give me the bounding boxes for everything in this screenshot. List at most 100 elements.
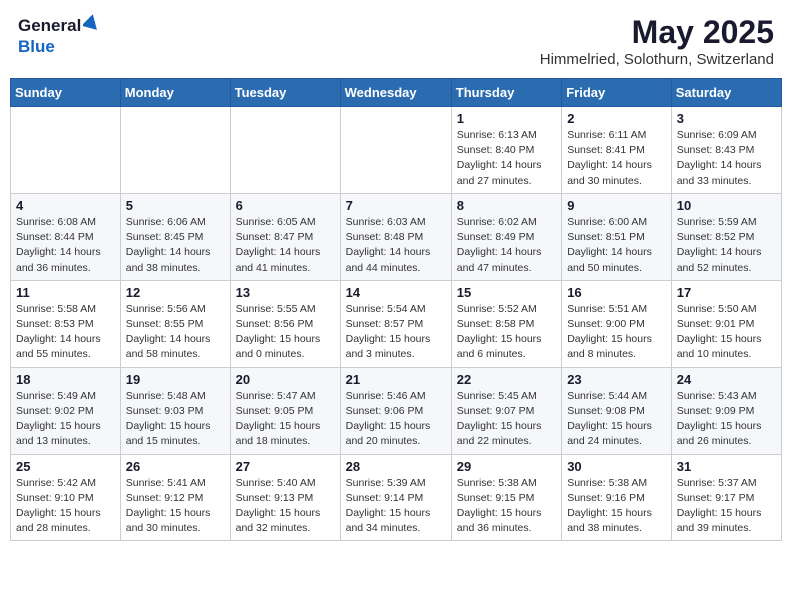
table-row: 18 Sunrise: 5:49 AM Sunset: 9:02 PM Dayli… — [11, 367, 121, 454]
table-row: 16Sunrise: 5:51 AM Sunset: 9:00 PM Dayli… — [562, 280, 672, 367]
table-row: 1 Sunrise: 6:13 AM Sunset: 8:40 PM Daylig… — [451, 107, 561, 194]
day-info: Sunrise: 5:47 AM Sunset: 9:05 PM Dayligh… — [236, 389, 335, 450]
day-info: Sunrise: 5:48 AM Sunset: 9:03 PM Dayligh… — [126, 389, 225, 450]
day-number: 30 — [567, 459, 666, 474]
day-number: 20 — [236, 372, 335, 387]
day-number: 6 — [236, 198, 335, 213]
header-friday: Friday — [562, 79, 672, 107]
day-number: 4 — [16, 198, 115, 213]
table-row: 5Sunrise: 6:06 AM Sunset: 8:45 PM Daylig… — [120, 193, 230, 280]
day-info: Sunrise: 5:54 AM Sunset: 8:57 PM Dayligh… — [346, 302, 446, 363]
day-info: Sunrise: 5:41 AM Sunset: 9:12 PM Dayligh… — [126, 476, 225, 537]
day-number: 12 — [126, 285, 225, 300]
calendar-week-row: 1 Sunrise: 6:13 AM Sunset: 8:40 PM Daylig… — [11, 107, 782, 194]
day-info: Sunrise: 5:52 AM Sunset: 8:58 PM Dayligh… — [457, 302, 556, 363]
calendar-table: Sunday Monday Tuesday Wednesday Thursday… — [10, 78, 782, 541]
table-row: 29 Sunrise: 5:38 AM Sunset: 9:15 PM Dayli… — [451, 454, 561, 541]
table-row — [230, 107, 340, 194]
table-row: 27 Sunrise: 5:40 AM Sunset: 9:13 PM Dayli… — [230, 454, 340, 541]
header-tuesday: Tuesday — [230, 79, 340, 107]
day-number: 22 — [457, 372, 556, 387]
table-row: 31Sunrise: 5:37 AM Sunset: 9:17 PM Dayli… — [671, 454, 781, 541]
day-info: Sunrise: 5:56 AM Sunset: 8:55 PM Dayligh… — [126, 302, 225, 363]
day-number: 1 — [457, 111, 556, 126]
table-row: 30Sunrise: 5:38 AM Sunset: 9:16 PM Dayli… — [562, 454, 672, 541]
day-number: 3 — [677, 111, 776, 126]
logo-blue: Blue — [18, 37, 55, 56]
table-row: 9Sunrise: 6:00 AM Sunset: 8:51 PM Daylig… — [562, 193, 672, 280]
calendar-week-row: 4 Sunrise: 6:08 AM Sunset: 8:44 PM Daylig… — [11, 193, 782, 280]
table-row: 8 Sunrise: 6:02 AM Sunset: 8:49 PM Daylig… — [451, 193, 561, 280]
header-sunday: Sunday — [11, 79, 121, 107]
day-info: Sunrise: 5:49 AM Sunset: 9:02 PM Dayligh… — [16, 389, 115, 450]
day-info: Sunrise: 5:55 AM Sunset: 8:56 PM Dayligh… — [236, 302, 335, 363]
day-info: Sunrise: 5:45 AM Sunset: 9:07 PM Dayligh… — [457, 389, 556, 450]
table-row — [340, 107, 451, 194]
day-number: 28 — [346, 459, 446, 474]
day-number: 8 — [457, 198, 556, 213]
table-row — [120, 107, 230, 194]
day-number: 13 — [236, 285, 335, 300]
table-row: 24 Sunrise: 5:43 AM Sunset: 9:09 PM Dayli… — [671, 367, 781, 454]
page-header: General Blue May 2025 Himmelried, Soloth… — [10, 10, 782, 72]
day-info: Sunrise: 6:05 AM Sunset: 8:47 PM Dayligh… — [236, 215, 335, 276]
title-section: May 2025 Himmelried, Solothurn, Switzerl… — [540, 14, 774, 68]
day-info: Sunrise: 6:03 AM Sunset: 8:48 PM Dayligh… — [346, 215, 446, 276]
table-row: 26 Sunrise: 5:41 AM Sunset: 9:12 PM Dayli… — [120, 454, 230, 541]
day-number: 2 — [567, 111, 666, 126]
day-number: 23 — [567, 372, 666, 387]
day-info: Sunrise: 5:46 AM Sunset: 9:06 PM Dayligh… — [346, 389, 446, 450]
logo-general: General — [18, 16, 81, 36]
table-row: 6 Sunrise: 6:05 AM Sunset: 8:47 PM Daylig… — [230, 193, 340, 280]
day-info: Sunrise: 5:43 AM Sunset: 9:09 PM Dayligh… — [677, 389, 776, 450]
day-number: 11 — [16, 285, 115, 300]
day-number: 17 — [677, 285, 776, 300]
logo-triangle-icon — [83, 14, 99, 37]
table-row: 20 Sunrise: 5:47 AM Sunset: 9:05 PM Dayli… — [230, 367, 340, 454]
day-number: 25 — [16, 459, 115, 474]
day-number: 27 — [236, 459, 335, 474]
table-row — [11, 107, 121, 194]
day-number: 19 — [126, 372, 225, 387]
table-row: 21 Sunrise: 5:46 AM Sunset: 9:06 PM Dayli… — [340, 367, 451, 454]
day-number: 7 — [346, 198, 446, 213]
calendar-header-row: Sunday Monday Tuesday Wednesday Thursday… — [11, 79, 782, 107]
table-row: 15Sunrise: 5:52 AM Sunset: 8:58 PM Dayli… — [451, 280, 561, 367]
table-row: 2 Sunrise: 6:11 AM Sunset: 8:41 PM Daylig… — [562, 107, 672, 194]
day-info: Sunrise: 5:38 AM Sunset: 9:15 PM Dayligh… — [457, 476, 556, 537]
table-row: 17Sunrise: 5:50 AM Sunset: 9:01 PM Dayli… — [671, 280, 781, 367]
day-number: 26 — [126, 459, 225, 474]
day-number: 18 — [16, 372, 115, 387]
day-number: 29 — [457, 459, 556, 474]
table-row: 3Sunrise: 6:09 AM Sunset: 8:43 PM Daylig… — [671, 107, 781, 194]
table-row: 11 Sunrise: 5:58 AM Sunset: 8:53 PM Dayli… — [11, 280, 121, 367]
day-info: Sunrise: 5:40 AM Sunset: 9:13 PM Dayligh… — [236, 476, 335, 537]
table-row: 14 Sunrise: 5:54 AM Sunset: 8:57 PM Dayli… — [340, 280, 451, 367]
day-info: Sunrise: 6:08 AM Sunset: 8:44 PM Dayligh… — [16, 215, 115, 276]
day-number: 14 — [346, 285, 446, 300]
calendar-week-row: 25 Sunrise: 5:42 AM Sunset: 9:10 PM Dayli… — [11, 454, 782, 541]
table-row: 22 Sunrise: 5:45 AM Sunset: 9:07 PM Dayli… — [451, 367, 561, 454]
table-row: 19 Sunrise: 5:48 AM Sunset: 9:03 PM Dayli… — [120, 367, 230, 454]
day-number: 21 — [346, 372, 446, 387]
calendar-week-row: 18 Sunrise: 5:49 AM Sunset: 9:02 PM Dayli… — [11, 367, 782, 454]
table-row: 7 Sunrise: 6:03 AM Sunset: 8:48 PM Daylig… — [340, 193, 451, 280]
day-info: Sunrise: 6:11 AM Sunset: 8:41 PM Dayligh… — [567, 128, 666, 189]
day-number: 31 — [677, 459, 776, 474]
day-info: Sunrise: 6:02 AM Sunset: 8:49 PM Dayligh… — [457, 215, 556, 276]
day-info: Sunrise: 5:44 AM Sunset: 9:08 PM Dayligh… — [567, 389, 666, 450]
page-title: May 2025 — [540, 14, 774, 51]
calendar-week-row: 11 Sunrise: 5:58 AM Sunset: 8:53 PM Dayli… — [11, 280, 782, 367]
day-number: 5 — [126, 198, 225, 213]
header-wednesday: Wednesday — [340, 79, 451, 107]
day-info: Sunrise: 6:13 AM Sunset: 8:40 PM Dayligh… — [457, 128, 556, 189]
table-row: 4 Sunrise: 6:08 AM Sunset: 8:44 PM Daylig… — [11, 193, 121, 280]
day-number: 24 — [677, 372, 776, 387]
day-info: Sunrise: 6:00 AM Sunset: 8:51 PM Dayligh… — [567, 215, 666, 276]
header-thursday: Thursday — [451, 79, 561, 107]
day-info: Sunrise: 5:58 AM Sunset: 8:53 PM Dayligh… — [16, 302, 115, 363]
table-row: 13 Sunrise: 5:55 AM Sunset: 8:56 PM Dayli… — [230, 280, 340, 367]
day-info: Sunrise: 5:42 AM Sunset: 9:10 PM Dayligh… — [16, 476, 115, 537]
day-number: 16 — [567, 285, 666, 300]
day-number: 10 — [677, 198, 776, 213]
